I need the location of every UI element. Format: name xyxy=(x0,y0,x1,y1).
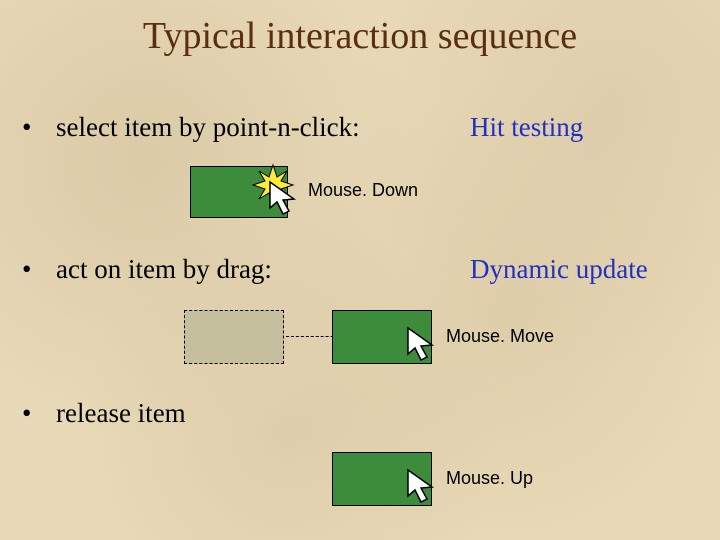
side-label-2: Dynamic update xyxy=(470,254,648,285)
cursor-icon-3 xyxy=(406,468,440,508)
bullet-1: • select item by point-n-click: xyxy=(0,112,360,143)
side-label-1: Hit testing xyxy=(470,112,583,143)
bullet-2-text: act on item by drag: xyxy=(56,254,272,285)
bullet-1-text: select item by point-n-click: xyxy=(56,112,360,143)
event-label-mousemove: Mouse. Move xyxy=(446,326,554,347)
slide-title: Typical interaction sequence xyxy=(0,14,720,58)
bullet-3-text: release item xyxy=(56,398,186,429)
bullet-dot: • xyxy=(0,398,56,429)
bullet-3: • release item xyxy=(0,398,186,429)
bullet-dot: • xyxy=(0,254,56,285)
origin-box-dashed xyxy=(184,310,284,364)
event-label-mousedown: Mouse. Down xyxy=(308,180,418,201)
event-label-mouseup: Mouse. Up xyxy=(446,468,533,489)
cursor-icon-2 xyxy=(406,326,440,366)
bullet-2: • act on item by drag: xyxy=(0,254,272,285)
cursor-icon-1 xyxy=(268,180,302,220)
bullet-dot: • xyxy=(0,112,56,143)
